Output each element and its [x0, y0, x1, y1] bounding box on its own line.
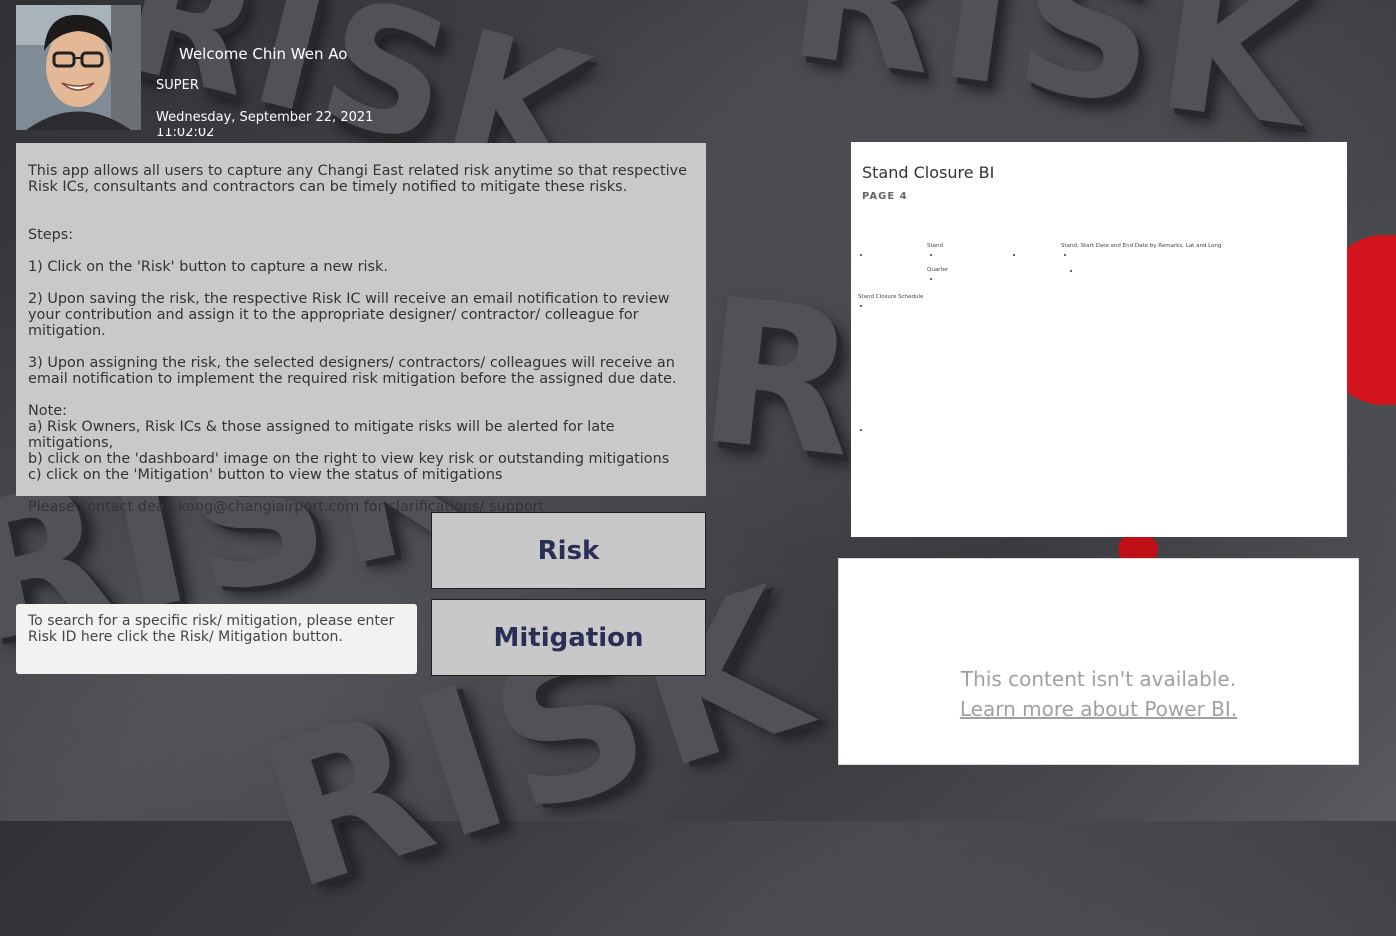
report-title: Stand Closure BI: [862, 163, 995, 182]
current-time: 11:02:02: [156, 128, 215, 137]
visual-label-stand: Stand: [927, 243, 943, 249]
user-avatar: [16, 5, 141, 130]
steps-label: Steps:: [28, 227, 74, 243]
unavailable-message: This content isn't available.: [960, 667, 1237, 691]
visual-label-map: Stand, Start Date and End Date by Remark…: [1061, 243, 1222, 249]
visual-label-quarter: Quarter: [927, 267, 949, 273]
user-photo: [16, 5, 141, 130]
current-date: Wednesday, September 22, 2021: [156, 110, 374, 125]
search-placeholder: To search for a specific risk/ mitigatio…: [28, 613, 395, 645]
powerbi-report-tile[interactable]: Stand Closure BI PAGE 4 Stand Stand, Sta…: [851, 142, 1347, 537]
welcome-text: Welcome Chin Wen Ao: [179, 45, 348, 63]
instructions-panel: This app allows all users to capture any…: [16, 143, 706, 515]
unavailable-content-tile: This content isn't available. Learn more…: [838, 558, 1359, 765]
visual-placeholder-dot: [930, 278, 932, 280]
report-page-label: PAGE 4: [862, 191, 908, 202]
step-3: 3) Upon assigning the risk, the selected…: [28, 355, 677, 387]
visual-placeholder-dot: [1070, 270, 1072, 272]
note-text: Note: a) Risk Owners, Risk ICs & those a…: [28, 403, 670, 483]
mitigation-button[interactable]: Mitigation: [431, 599, 706, 676]
learn-more-link[interactable]: Learn more about Power BI.: [839, 694, 1358, 724]
step-1: 1) Click on the 'Risk' button to capture…: [28, 259, 388, 275]
visual-placeholder-dot: [1064, 254, 1066, 256]
risk-button[interactable]: Risk: [431, 512, 706, 589]
background-risk-word: RISK: [777, 0, 1328, 171]
intro-text: This app allows all users to capture any…: [28, 163, 687, 195]
risk-id-search-input[interactable]: To search for a specific risk/ mitigatio…: [16, 604, 417, 674]
step-2: 2) Upon saving the risk, the respective …: [28, 291, 670, 339]
visual-placeholder-dot: [930, 254, 932, 256]
visual-label-schedule: Stand Closure Schedule: [858, 294, 924, 300]
visual-placeholder-dot: [860, 429, 862, 431]
visual-placeholder-dot: [1013, 254, 1015, 256]
visual-placeholder-dot: [860, 254, 862, 256]
user-role: SUPER: [156, 78, 199, 93]
visual-placeholder-dot: [860, 305, 862, 307]
